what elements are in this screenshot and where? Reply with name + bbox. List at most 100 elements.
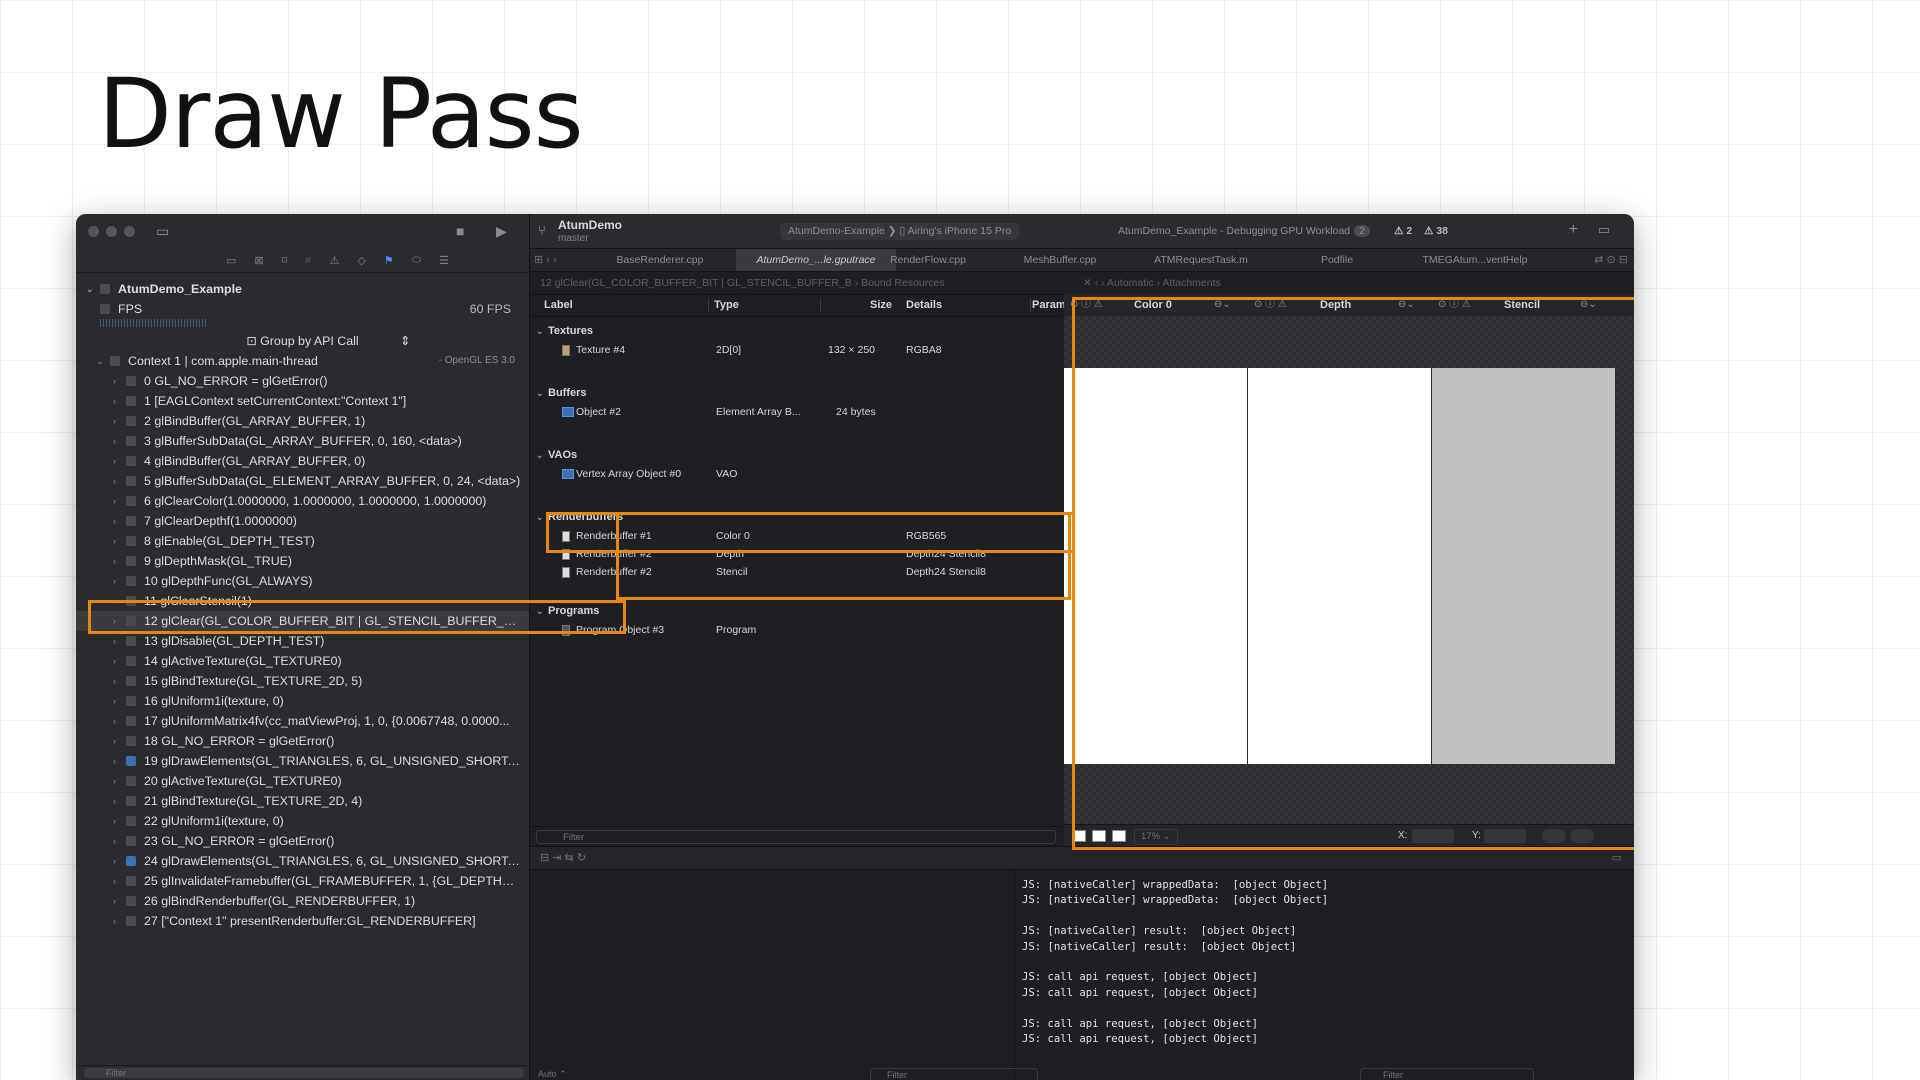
- call-row[interactable]: › 5 glBufferSubData(GL_ELEMENT_ARRAY_BUFF…: [76, 471, 529, 491]
- section-programs[interactable]: ⌄ Programs: [530, 601, 1062, 621]
- call-row[interactable]: › 26 glBindRenderbuffer(GL_RENDERBUFFER, …: [76, 891, 529, 911]
- attachment-controls-icon[interactable]: ⊙ ⓘ ⚠: [1254, 294, 1287, 316]
- chevron-right-icon[interactable]: ›: [113, 751, 116, 771]
- call-row[interactable]: › 1 [EAGLContext setCurrentContext:"Conte…: [76, 391, 529, 411]
- editor-tab[interactable]: Podfile: [1282, 249, 1392, 271]
- chevron-right-icon[interactable]: ›: [113, 811, 116, 831]
- chevron-right-icon[interactable]: ›: [113, 431, 116, 451]
- chevron-right-icon[interactable]: ›: [113, 631, 116, 651]
- debug-icon[interactable]: ⚑: [384, 254, 394, 267]
- chevron-right-icon[interactable]: ›: [113, 771, 116, 791]
- tree-root[interactable]: ⌄ AtumDemo_Example: [76, 279, 529, 299]
- attachment-menu-icon[interactable]: ⊖⌄: [1580, 294, 1597, 316]
- call-row[interactable]: › 9 glDepthMask(GL_TRUE): [76, 551, 529, 571]
- chevron-right-icon[interactable]: ›: [113, 491, 116, 511]
- export-icon[interactable]: [1570, 829, 1594, 843]
- chevron-right-icon[interactable]: ›: [113, 671, 116, 691]
- warning-count-b-button[interactable]: ⚠ 38: [1424, 223, 1448, 240]
- program-row[interactable]: Program Object #3 Program: [530, 621, 1062, 639]
- call-row[interactable]: › 14 glActiveTexture(GL_TEXTURE0): [76, 651, 529, 671]
- chevron-right-icon[interactable]: ›: [113, 591, 116, 611]
- folder-icon[interactable]: ▭: [226, 254, 236, 267]
- context-row[interactable]: ⌄ Context 1 | com.apple.main-thread - Op…: [76, 351, 529, 371]
- window-controls[interactable]: [88, 226, 135, 237]
- call-row[interactable]: › 10 glDepthFunc(GL_ALWAYS): [76, 571, 529, 591]
- depth-attachment-image[interactable]: [1248, 368, 1431, 764]
- variables-filter-input[interactable]: Filter: [870, 1068, 1038, 1080]
- section-textures[interactable]: ⌄ Textures: [530, 321, 1062, 341]
- header-type[interactable]: Type: [714, 294, 739, 316]
- call-row[interactable]: › 8 glEnable(GL_DEPTH_TEST): [76, 531, 529, 551]
- split-editor-icon[interactable]: ⇄ ⊙ ⊟: [1594, 249, 1628, 271]
- header-details[interactable]: Details: [906, 294, 942, 316]
- call-row[interactable]: › 15 glBindTexture(GL_TEXTURE_2D, 5): [76, 671, 529, 691]
- navigator-filter-input[interactable]: Filter: [84, 1068, 524, 1078]
- attachment-controls-icon[interactable]: ⊙ ⓘ ⚠: [1070, 294, 1103, 316]
- chevron-right-icon[interactable]: ›: [113, 531, 116, 551]
- color0-attachment-image[interactable]: [1064, 368, 1247, 764]
- chevron-down-icon[interactable]: ⌄: [536, 601, 544, 621]
- chevron-right-icon[interactable]: ›: [113, 791, 116, 811]
- inspect-icon[interactable]: [1542, 829, 1566, 843]
- call-row[interactable]: › 24 glDrawElements(GL_TRIANGLES, 6, GL_U…: [76, 851, 529, 871]
- report-icon[interactable]: ☰: [439, 254, 449, 267]
- header-size[interactable]: Size: [870, 294, 892, 316]
- stencil-attachment-image[interactable]: [1432, 368, 1615, 764]
- breakpoint-icon[interactable]: ⬭: [412, 254, 421, 267]
- chevron-right-icon[interactable]: ›: [113, 611, 116, 631]
- zoom-selector[interactable]: 17% ⌄: [1134, 829, 1178, 845]
- header-label[interactable]: Label: [544, 294, 573, 316]
- editor-tab[interactable]: TMEGAtum...ventHelp: [1410, 249, 1540, 271]
- call-row[interactable]: › 6 glClearColor(1.0000000, 1.0000000, 1.…: [76, 491, 529, 511]
- texture-row[interactable]: Texture #4 2D[0] 132 × 250 RGBA8: [530, 341, 1062, 359]
- test-icon[interactable]: ◇: [357, 254, 365, 267]
- chevron-right-icon[interactable]: ›: [113, 411, 116, 431]
- breadcrumb-right[interactable]: ✕ ‹ › Automatic › Attachments: [1083, 272, 1221, 294]
- editor-tab[interactable]: ATMRequestTask.m: [1136, 249, 1266, 271]
- call-row[interactable]: › 20 glActiveTexture(GL_TEXTURE0): [76, 771, 529, 791]
- chevron-down-icon[interactable]: ⌄: [96, 351, 104, 371]
- call-row[interactable]: › 22 glUniform1i(texture, 0): [76, 811, 529, 831]
- attachment-menu-icon[interactable]: ⊖⌄: [1214, 294, 1231, 316]
- run-destination[interactable]: AtumDemo-Example ❯ ▯ Airing's iPhone 15 …: [780, 223, 1020, 240]
- console-filter-input[interactable]: Filter: [1360, 1068, 1534, 1080]
- renderbuffer-row[interactable]: Renderbuffer #2 Depth Depth24 Stencil8: [530, 545, 1062, 563]
- auto-selector[interactable]: Auto ⌃: [538, 1068, 567, 1080]
- chevron-right-icon[interactable]: ›: [113, 731, 116, 751]
- call-row[interactable]: › 12 glClear(GL_COLOR_BUFFER_BIT | GL_STE…: [76, 611, 529, 631]
- chevron-right-icon[interactable]: ›: [113, 911, 116, 931]
- sidebar-toggle-icon[interactable]: ▭: [156, 223, 169, 240]
- close-window-button[interactable]: [88, 226, 99, 237]
- scheme-name[interactable]: AtumDemo: [558, 218, 622, 232]
- vao-row[interactable]: Vertex Array Object #0 VAO: [530, 465, 1062, 483]
- chevron-right-icon[interactable]: ›: [113, 571, 116, 591]
- editor-tab[interactable]: MeshBuffer.cpp: [1000, 249, 1120, 271]
- debug-controls-icon[interactable]: ⊟ ⇥ ⇆ ↻: [540, 847, 586, 869]
- chevron-right-icon[interactable]: ›: [113, 851, 116, 871]
- chevron-right-icon[interactable]: ›: [113, 451, 116, 471]
- call-row[interactable]: › 11 glClearStencil(1): [76, 591, 529, 611]
- attachment-menu-icon[interactable]: ⊖⌄: [1398, 294, 1415, 316]
- call-row[interactable]: › 0 GL_NO_ERROR = glGetError(): [76, 371, 529, 391]
- y-field[interactable]: [1484, 829, 1526, 843]
- call-row[interactable]: › 2 glBindBuffer(GL_ARRAY_BUFFER, 1): [76, 411, 529, 431]
- inspector-toggle-icon[interactable]: ▭: [1598, 222, 1610, 238]
- editor-tab[interactable]: BaseRenderer.cpp: [600, 249, 720, 271]
- call-row[interactable]: › 27 ["Context 1" presentRenderbuffer:GL_…: [76, 911, 529, 931]
- chevron-right-icon[interactable]: ›: [113, 391, 116, 411]
- fps-row[interactable]: FPS 60 FPS: [76, 299, 529, 319]
- section-renderbuffers[interactable]: ⌄ Renderbuffers: [530, 507, 1062, 527]
- chevron-right-icon[interactable]: ›: [113, 691, 116, 711]
- chevron-right-icon[interactable]: ›: [113, 551, 116, 571]
- swatch-white[interactable]: [1112, 830, 1126, 842]
- chevron-down-icon[interactable]: ⌄: [86, 279, 94, 299]
- renderbuffer-row[interactable]: Renderbuffer #1 Color 0 RGB565: [530, 527, 1062, 545]
- call-row[interactable]: › 25 glInvalidateFramebuffer(GL_FRAMEBUFF…: [76, 871, 529, 891]
- section-buffers[interactable]: ⌄ Buffers: [530, 383, 1062, 403]
- call-row[interactable]: › 18 GL_NO_ERROR = glGetError(): [76, 731, 529, 751]
- breadcrumb-left[interactable]: 12 glClear(GL_COLOR_BUFFER_BIT | GL_STEN…: [540, 272, 1060, 294]
- chevron-right-icon[interactable]: ›: [113, 831, 116, 851]
- bookmark-icon[interactable]: ⌑: [282, 254, 288, 267]
- chevron-right-icon[interactable]: ›: [113, 511, 116, 531]
- swatch-white[interactable]: [1072, 830, 1086, 842]
